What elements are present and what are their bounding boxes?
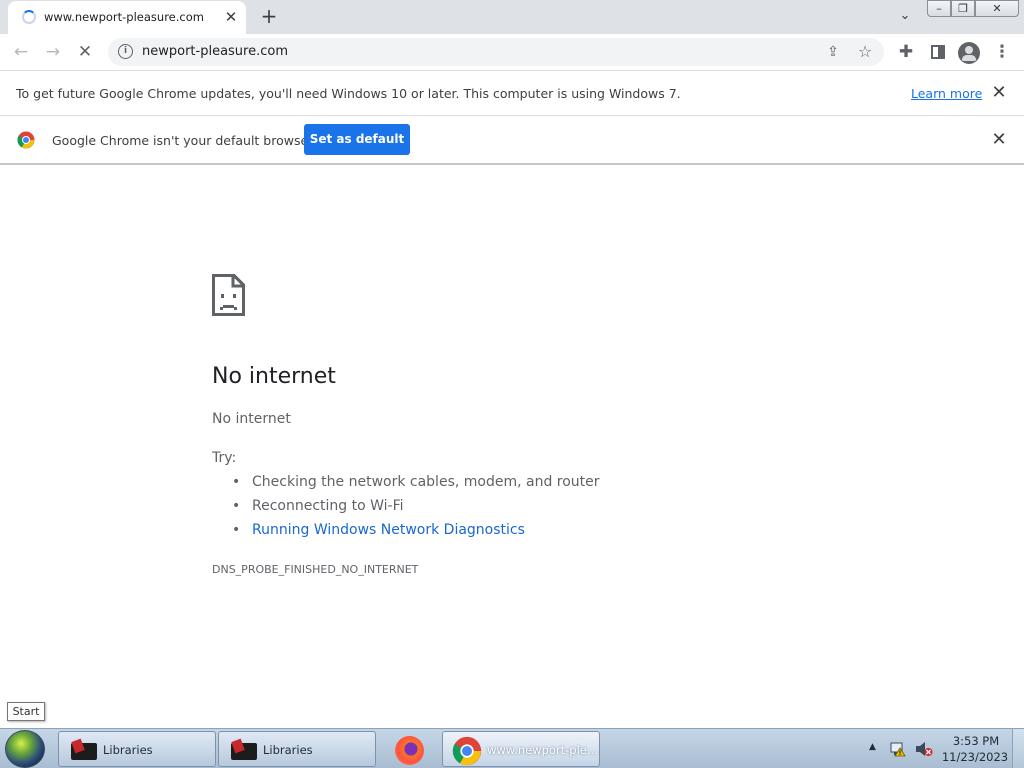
tab-newport-pleasure[interactable]: www.newport-pleasure.com ✕ xyxy=(8,1,246,34)
set-as-default-button[interactable]: Set as default xyxy=(304,124,410,155)
profile-avatar-icon[interactable] xyxy=(958,42,980,64)
error-code: DNS_PROBE_FINISHED_NO_INTERNET xyxy=(212,563,419,576)
error-title: No internet xyxy=(212,364,336,389)
tab-title: www.newport-pleasure.com xyxy=(44,10,204,24)
error-subtitle: No internet xyxy=(212,411,291,427)
tab-close-icon[interactable]: ✕ xyxy=(222,8,240,26)
loading-spinner-icon xyxy=(22,10,36,24)
chrome-logo-icon xyxy=(17,131,35,149)
browser-toolbar: ← → ✕ i newport-pleasure.com ⇪ ☆ ✚ ⋮ xyxy=(0,34,1024,71)
taskbar: Libraries Libraries www.newport-ple... ▲… xyxy=(0,728,1024,768)
url-text[interactable]: newport-pleasure.com xyxy=(142,44,288,59)
network-diagnostics-link[interactable]: Running Windows Network Diagnostics xyxy=(232,522,600,546)
start-tooltip: Start xyxy=(7,702,45,721)
close-icon[interactable]: ✕ xyxy=(989,83,1009,103)
forward-arrow-icon[interactable]: → xyxy=(41,40,65,64)
window-maximize-button[interactable]: ❐ xyxy=(951,0,975,17)
taskbar-button-libraries[interactable]: Libraries xyxy=(58,731,216,767)
start-button[interactable] xyxy=(5,730,45,768)
show-hidden-icons-icon[interactable]: ▲ xyxy=(869,742,876,752)
sad-document-icon xyxy=(212,274,245,316)
kebab-menu-icon[interactable]: ⋮ xyxy=(990,40,1014,64)
clock-date[interactable]: 11/23/2023 xyxy=(940,750,1010,764)
suggestion-item: Checking the network cables, modem, and … xyxy=(232,474,600,498)
default-browser-infobar: Google Chrome isn't your default browser… xyxy=(0,116,1024,165)
window-close-button[interactable]: ✕ xyxy=(975,0,1019,17)
folder-icon xyxy=(71,738,97,760)
bookmark-star-icon[interactable]: ☆ xyxy=(854,41,876,63)
learn-more-link[interactable]: Learn more xyxy=(911,86,982,101)
volume-muted-icon[interactable] xyxy=(915,741,933,757)
side-panel-icon[interactable] xyxy=(926,40,950,64)
close-icon[interactable]: ✕ xyxy=(989,130,1009,150)
clock-time[interactable]: 3:53 PM xyxy=(945,734,1007,748)
update-infobar-text: To get future Google Chrome updates, you… xyxy=(16,86,681,101)
address-bar[interactable]: i newport-pleasure.com ⇪ ☆ xyxy=(108,38,884,66)
window-minimize-button[interactable]: – xyxy=(927,0,951,17)
firefox-icon xyxy=(395,736,424,765)
folder-icon xyxy=(231,738,257,760)
new-tab-button[interactable]: + xyxy=(258,6,280,28)
stop-loading-icon[interactable]: ✕ xyxy=(73,40,97,64)
tab-strip: www.newport-pleasure.com ✕ + ⌄ – ❐ ✕ xyxy=(0,0,1024,34)
taskbar-button-firefox[interactable] xyxy=(385,731,435,767)
suggestion-item: Reconnecting to Wi-Fi xyxy=(232,498,600,522)
default-browser-text: Google Chrome isn't your default browser xyxy=(52,133,314,148)
back-arrow-icon[interactable]: ← xyxy=(9,40,33,64)
suggestions-list: Checking the network cables, modem, and … xyxy=(232,474,600,546)
extensions-puzzle-icon[interactable]: ✚ xyxy=(894,40,918,64)
taskbar-button-label: Libraries xyxy=(263,743,313,757)
taskbar-button-chrome[interactable]: www.newport-ple... xyxy=(442,731,600,767)
update-infobar: To get future Google Chrome updates, you… xyxy=(0,71,1024,116)
share-icon[interactable]: ⇪ xyxy=(822,41,844,63)
network-warning-icon[interactable] xyxy=(890,741,906,757)
taskbar-button-label: www.newport-ple... xyxy=(487,743,598,757)
site-info-icon[interactable]: i xyxy=(118,44,133,59)
taskbar-button-label: Libraries xyxy=(103,743,153,757)
chrome-icon xyxy=(452,736,482,766)
taskbar-button-libraries[interactable]: Libraries xyxy=(218,731,376,767)
try-label: Try: xyxy=(212,450,237,466)
tab-search-chevron-icon[interactable]: ⌄ xyxy=(896,8,914,26)
show-desktop-button[interactable] xyxy=(1012,729,1024,768)
